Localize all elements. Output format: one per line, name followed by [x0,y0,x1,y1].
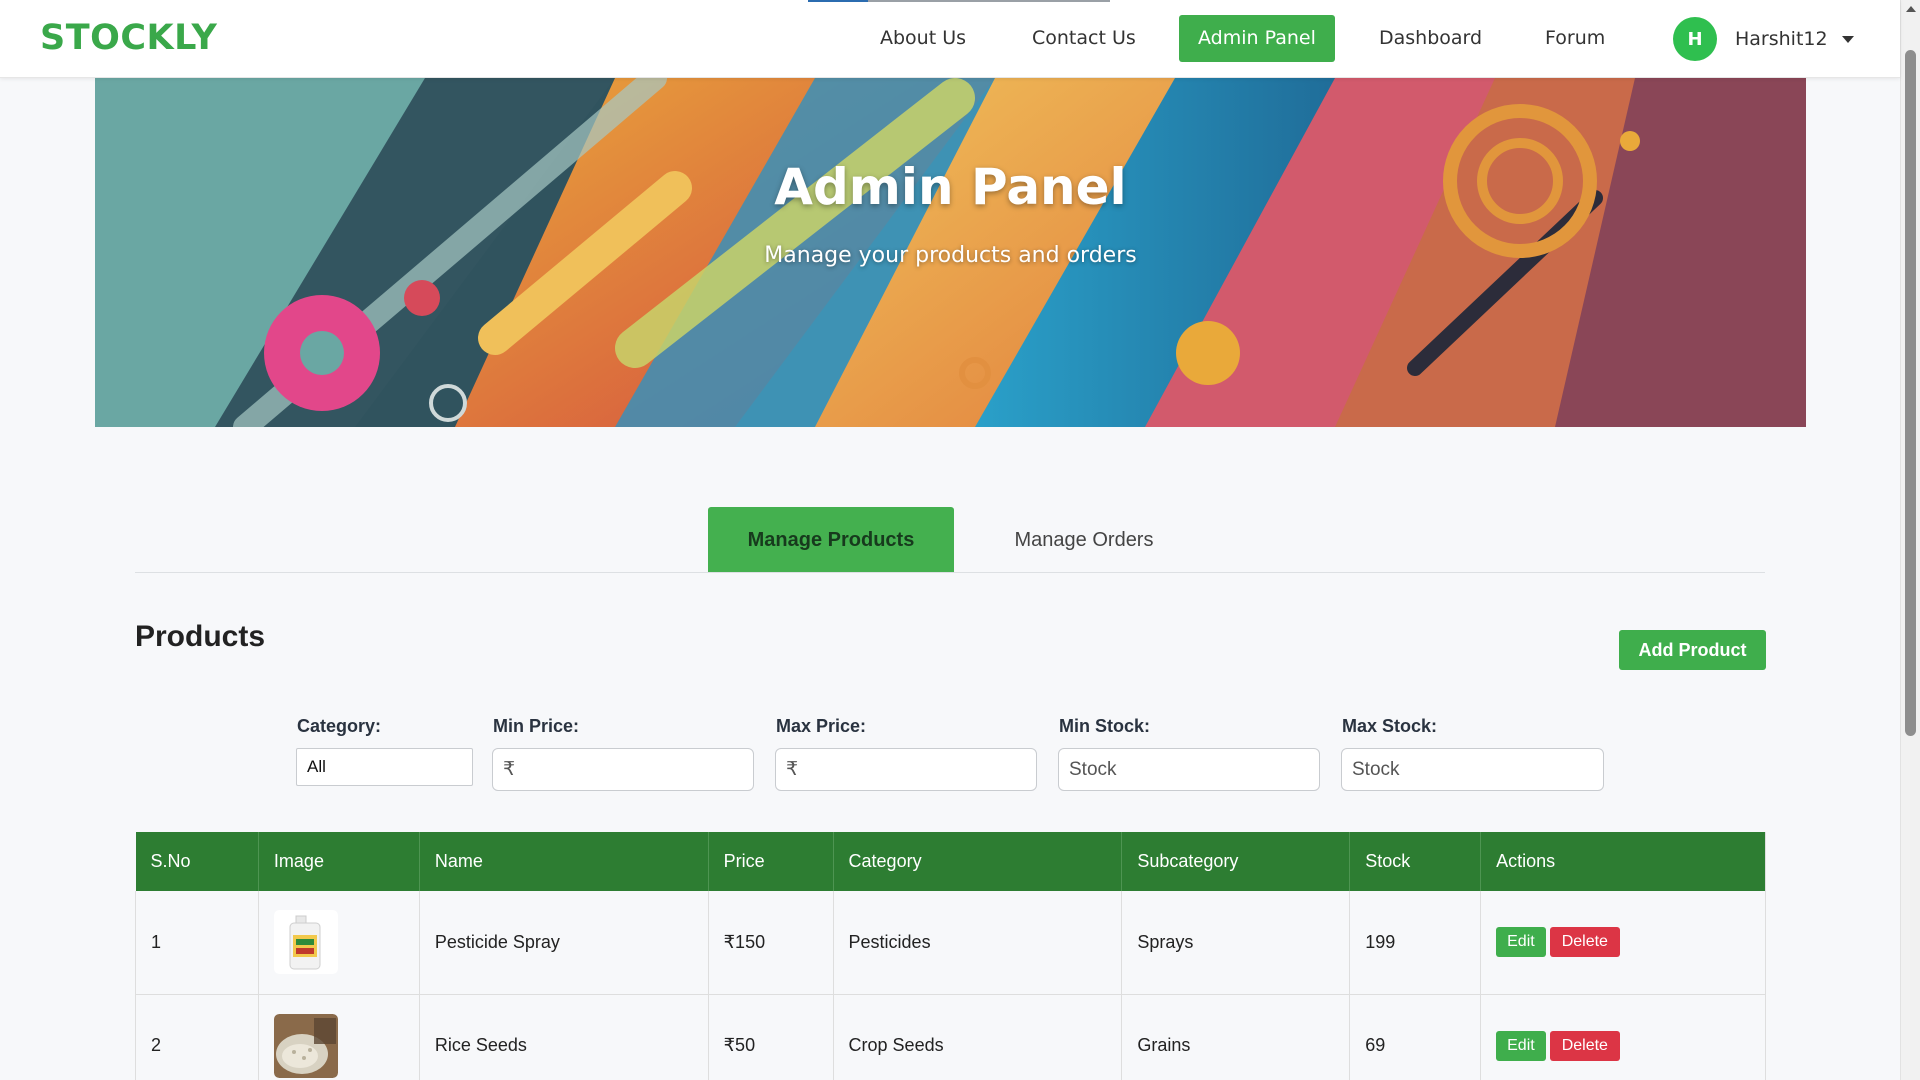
table-row: 1 Pesticide Spray ₹150 Pesticides Sprays… [135,891,1766,995]
cell-image [258,994,420,1080]
min-price-placeholder: ₹ [503,759,516,780]
product-image-rice-seeds[interactable] [273,1013,338,1078]
column-header-stock[interactable]: Stock [1349,832,1482,891]
max-stock-label: Max Stock: [1342,716,1438,736]
category-select-value: All [307,757,326,776]
tab-manage-orders[interactable]: Manage Orders [975,507,1193,573]
category-filter-label: Category: [297,716,382,736]
hero-subtitle: Manage your products and orders [764,243,1137,268]
max-price-placeholder: ₹ [786,759,799,780]
cell-stock: 69 [1349,994,1482,1080]
hero-banner: Admin Panel Manage your products and ord… [95,78,1806,427]
nav-about-us[interactable]: About Us [880,27,966,49]
cell-actions: Edit Delete [1480,891,1766,995]
caret-down-icon [1841,35,1854,43]
column-header-image[interactable]: Image [258,832,420,891]
column-header-price[interactable]: Price [708,832,834,891]
user-menu[interactable]: H Harshit12 [1673,17,1854,61]
top-navbar: STOCKLY About Us Contact Us Admin Panel … [0,0,1900,78]
cell-price: ₹150 [708,891,834,995]
column-header-name[interactable]: Name [419,832,709,891]
avatar: H [1673,17,1717,61]
cell-category: Crop Seeds [833,994,1123,1080]
nav-admin-panel[interactable]: Admin Panel [1179,15,1335,62]
cell-name: Pesticide Spray [419,891,709,995]
cell-image [258,891,420,995]
edit-button[interactable]: Edit [1496,1030,1546,1061]
min-stock-label: Min Stock: [1059,716,1151,736]
nav-loading-indicator [808,0,1110,2]
cell-subcategory: Sprays [1121,891,1351,995]
cell-actions: Edit Delete [1480,994,1766,1080]
min-stock-input[interactable]: Stock [1058,748,1320,791]
cell-name: Rice Seeds [419,994,709,1080]
brand-logo[interactable]: STOCKLY [40,18,217,58]
scroll-up-arrow-icon[interactable] [1906,6,1916,12]
table-row: 2 Rice Seeds ₹50 Crop Seeds Grains 69 Ed… [135,994,1766,1080]
scroll-thumb[interactable] [1905,50,1916,736]
min-price-input[interactable]: ₹ [492,748,754,791]
product-image-pesticide-spray[interactable] [273,910,338,975]
category-select[interactable]: All [296,748,473,786]
hero-title: Admin Panel [774,158,1127,216]
products-heading: Products [135,620,266,653]
max-price-label: Max Price: [776,716,867,736]
cell-sno: 2 [135,994,259,1080]
delete-button[interactable]: Delete [1549,927,1620,958]
products-table: S.No Image Name Price Category Subcatego… [135,832,1766,1080]
max-price-input[interactable]: ₹ [775,748,1037,791]
cell-stock: 199 [1349,891,1482,995]
delete-button[interactable]: Delete [1549,1030,1620,1061]
max-stock-input[interactable]: Stock [1341,748,1604,791]
column-header-sno[interactable]: S.No [135,832,259,891]
column-header-subcategory[interactable]: Subcategory [1121,832,1351,891]
table-header-row: S.No Image Name Price Category Subcatego… [135,832,1766,891]
cell-category: Pesticides [833,891,1123,995]
tab-manage-products[interactable]: Manage Products [708,507,954,573]
max-stock-placeholder: Stock [1352,759,1400,780]
cell-price: ₹50 [708,994,834,1080]
tabs-divider [135,572,1765,573]
username: Harshit12 [1735,28,1828,50]
min-price-label: Min Price: [493,716,580,736]
column-header-category[interactable]: Category [833,832,1123,891]
edit-button[interactable]: Edit [1496,927,1546,958]
cell-sno: 1 [135,891,259,995]
nav-dashboard[interactable]: Dashboard [1379,27,1482,49]
column-header-actions: Actions [1480,832,1766,891]
nav-contact-us[interactable]: Contact Us [1032,27,1136,49]
nav-forum[interactable]: Forum [1545,27,1605,49]
add-product-button[interactable]: Add Product [1619,630,1766,670]
cell-subcategory: Grains [1121,994,1351,1080]
min-stock-placeholder: Stock [1069,759,1117,780]
page-scrollbar[interactable] [1900,0,1920,1080]
